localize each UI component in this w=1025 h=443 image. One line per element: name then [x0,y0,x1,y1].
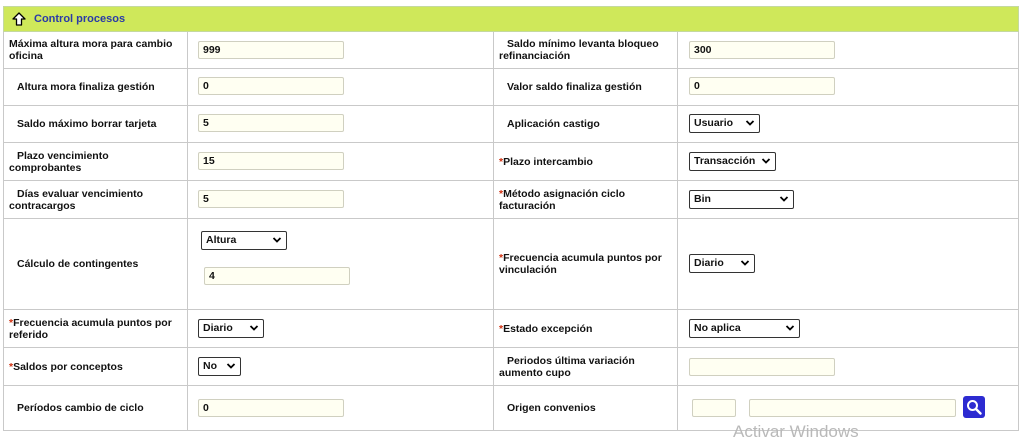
chevron-down-icon [785,325,795,331]
field-label: Valor saldo finaliza gestión [507,81,642,93]
chevron-down-icon [249,325,259,331]
dias-evaluar-input[interactable]: 5 [198,190,344,208]
chevron-down-icon [745,120,755,126]
metodo-asignacion-select[interactable]: Bin [689,190,794,209]
windows-activation-watermark: Activar Windows [733,422,859,441]
valor-saldo-finaliza-input[interactable]: 0 [689,77,835,95]
chevron-down-icon [272,237,282,243]
control-procesos-panel: Control procesos Máxima altura mora para… [3,6,1019,431]
frecuencia-vinculacion-select[interactable]: Diario [689,254,755,273]
chevron-down-icon [779,196,789,202]
chevron-down-icon [226,363,236,369]
search-icon [967,400,982,415]
estado-excepcion-select[interactable]: No aplica [689,319,800,338]
section-header[interactable]: Control procesos [3,6,1019,32]
field-label: *Estado excepción [499,322,593,335]
altura-mora-finaliza-input[interactable]: 0 [198,77,344,95]
field-label: *Frecuencia acumula puntos por vinculaci… [499,252,662,276]
form-row: Máxima altura mora para cambio oficina 9… [3,32,1019,69]
field-label: Días evaluar vencimiento contracargos [9,187,144,212]
saldos-conceptos-select[interactable]: No [198,357,241,376]
field-label: Máxima altura mora para cambio oficina [9,38,173,62]
origen-convenios-code-input[interactable] [692,399,736,417]
calculo-contingentes-select[interactable]: Altura [201,231,287,250]
frecuencia-referido-select[interactable]: Diario [198,319,264,338]
field-label: Origen convenios [507,402,596,414]
chevron-down-icon [761,158,771,164]
aplicacion-castigo-select[interactable]: Usuario [689,114,760,133]
search-button[interactable] [963,396,985,418]
form-row: Cálculo de contingentes Altura 4 *Frecue… [3,219,1019,310]
form-row: *Frecuencia acumula puntos por referido … [3,310,1019,348]
chevron-down-icon [740,260,750,266]
field-label: Períodos cambio de ciclo [17,402,144,414]
field-label: *Plazo intercambio [499,155,593,168]
form-grid: Máxima altura mora para cambio oficina 9… [3,32,1019,431]
form-row: Días evaluar vencimiento contracargos 5 … [3,181,1019,219]
field-label: Periodos última variación aumento cupo [499,354,635,379]
field-label: *Método asignación ciclo facturación [499,187,626,212]
form-row: Plazo vencimiento comprobantes 15 *Plazo… [3,143,1019,181]
form-row: *Saldos por conceptos No Periodos última… [3,348,1019,386]
max-altura-mora-input[interactable]: 999 [198,41,344,59]
periodos-variacion-input[interactable] [689,358,835,376]
field-label: Cálculo de contingentes [17,258,139,270]
periodos-cambio-ciclo-input[interactable]: 0 [198,399,344,417]
field-label: *Saldos por conceptos [9,360,123,373]
form-row: Períodos cambio de ciclo 0 Origen conven… [3,386,1019,431]
origen-convenios-name-input[interactable] [749,399,956,417]
field-label: Altura mora finaliza gestión [17,81,155,93]
field-label: Aplicación castigo [507,118,600,130]
saldo-minimo-input[interactable]: 300 [689,41,835,59]
plazo-vencimiento-input[interactable]: 15 [198,152,344,170]
calculo-contingentes-input[interactable]: 4 [204,267,350,285]
field-label: *Frecuencia acumula puntos por referido [9,316,172,341]
form-row: Altura mora finaliza gestión 0 Valor sal… [3,69,1019,106]
saldo-maximo-borrar-input[interactable]: 5 [198,114,344,132]
plazo-intercambio-select[interactable]: Transacción [689,152,776,171]
section-title: Control procesos [34,13,126,25]
form-row: Saldo máximo borrar tarjeta 5 Aplicación… [3,106,1019,143]
field-label: Saldo máximo borrar tarjeta [17,118,157,130]
arrow-up-icon[interactable] [8,8,30,30]
field-label: Saldo mínimo levanta bloqueo refinanciac… [499,38,659,62]
field-label: Plazo vencimiento comprobantes [9,149,109,174]
